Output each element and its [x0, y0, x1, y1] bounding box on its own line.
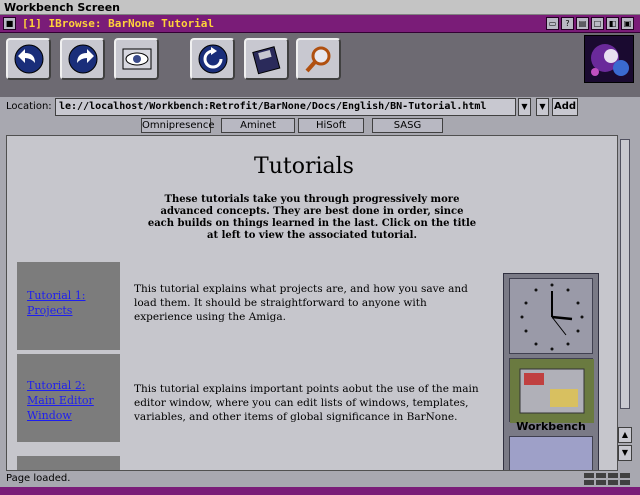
snapshot-gadget-icon[interactable]: ▤ [576, 17, 589, 30]
clock-icon [520, 283, 584, 351]
page-content[interactable]: Tutorials These tutorials take you throu… [6, 135, 618, 471]
vertical-scrollbar[interactable]: ▲ ▼ [618, 135, 632, 471]
tutorial-cell [17, 456, 120, 470]
window-title-bar[interactable]: ■ [1] IBrowse: BarNone Tutorial ▭ ? ▤ □ … [0, 15, 640, 33]
help-gadget-icon[interactable]: ? [561, 17, 574, 30]
status-bar: Page loaded. [0, 471, 640, 487]
location-field[interactable]: le://localhost/Workbench:Retrofit/BarNon… [55, 98, 516, 116]
location-label: Location: [6, 101, 52, 112]
tutorial-1-description: This tutorial explains what projects are… [134, 283, 468, 323]
screen-title-bar: Workbench Screen [0, 0, 640, 15]
extra-gadget-icon[interactable]: ▣ [621, 17, 634, 30]
workbench-label: Workbench [516, 420, 586, 433]
bookmark-hisoft[interactable]: HiSoft [298, 118, 364, 133]
tutorial-cell: Tutorial 1: Projects [17, 262, 120, 350]
toolbar [0, 33, 640, 97]
forward-icon [68, 44, 98, 74]
ibrowse-logo [584, 35, 634, 83]
zoom-gadget-icon[interactable]: □ [591, 17, 604, 30]
tutorial-1-link[interactable]: Tutorial 1: Projects [27, 288, 86, 318]
bookmark-sasg[interactable]: SASG [372, 118, 443, 133]
hotlist-dropdown-icon[interactable]: ▼ [536, 98, 549, 116]
bookmark-aminet[interactable]: Aminet [221, 118, 295, 133]
scrollbar-thumb[interactable] [620, 139, 630, 409]
search-magnifier-icon [305, 46, 331, 73]
location-row: Location: le://localhost/Workbench:Retro… [0, 97, 640, 117]
workbench-image-2 [509, 436, 593, 470]
scroll-up-icon[interactable]: ▲ [618, 427, 632, 443]
depth-gadget-icon[interactable]: ◧ [606, 17, 619, 30]
save-disk-icon [252, 46, 281, 75]
scroll-down-icon[interactable]: ▼ [618, 445, 632, 461]
tutorial-cell: Tutorial 2: Main Editor Window [17, 354, 120, 442]
image-sidebar: Workbench [503, 273, 599, 470]
status-text: Page loaded. [6, 473, 71, 484]
tutorial-2-link[interactable]: Tutorial 2: Main Editor Window [27, 378, 94, 423]
workbench-screenshot-image [509, 358, 594, 423]
bookmark-omnipresence[interactable]: Omnipresence [141, 118, 214, 133]
search-button[interactable] [296, 38, 341, 80]
intro-text: These tutorials take you through progres… [147, 194, 477, 241]
clock-image [509, 278, 593, 354]
iconify-gadget-icon[interactable]: ▭ [546, 17, 559, 30]
images-button[interactable] [114, 38, 159, 80]
browser-window: ■ [1] IBrowse: BarNone Tutorial ▭ ? ▤ □ … [0, 15, 640, 495]
add-bookmark-button[interactable]: Add [552, 98, 578, 116]
tutorial-2-description: This tutorial explains important points … [134, 383, 479, 423]
back-icon [14, 44, 44, 74]
reload-icon [198, 44, 228, 74]
screen-title: Workbench Screen [4, 1, 121, 14]
images-eye-icon [122, 48, 152, 70]
forward-button[interactable] [60, 38, 105, 80]
save-button[interactable] [244, 38, 289, 80]
reload-button[interactable] [190, 38, 235, 80]
bookmark-bar: Omnipresence Aminet HiSoft SASG [0, 117, 640, 135]
window-bottom-border [0, 487, 640, 495]
activity-indicator-icon [584, 473, 630, 485]
close-gadget-icon[interactable]: ■ [3, 17, 16, 30]
history-dropdown-icon[interactable]: ▼ [518, 98, 531, 116]
back-button[interactable] [6, 38, 51, 80]
window-title: [1] IBrowse: BarNone Tutorial [22, 17, 215, 30]
page-heading: Tutorials [254, 154, 354, 179]
